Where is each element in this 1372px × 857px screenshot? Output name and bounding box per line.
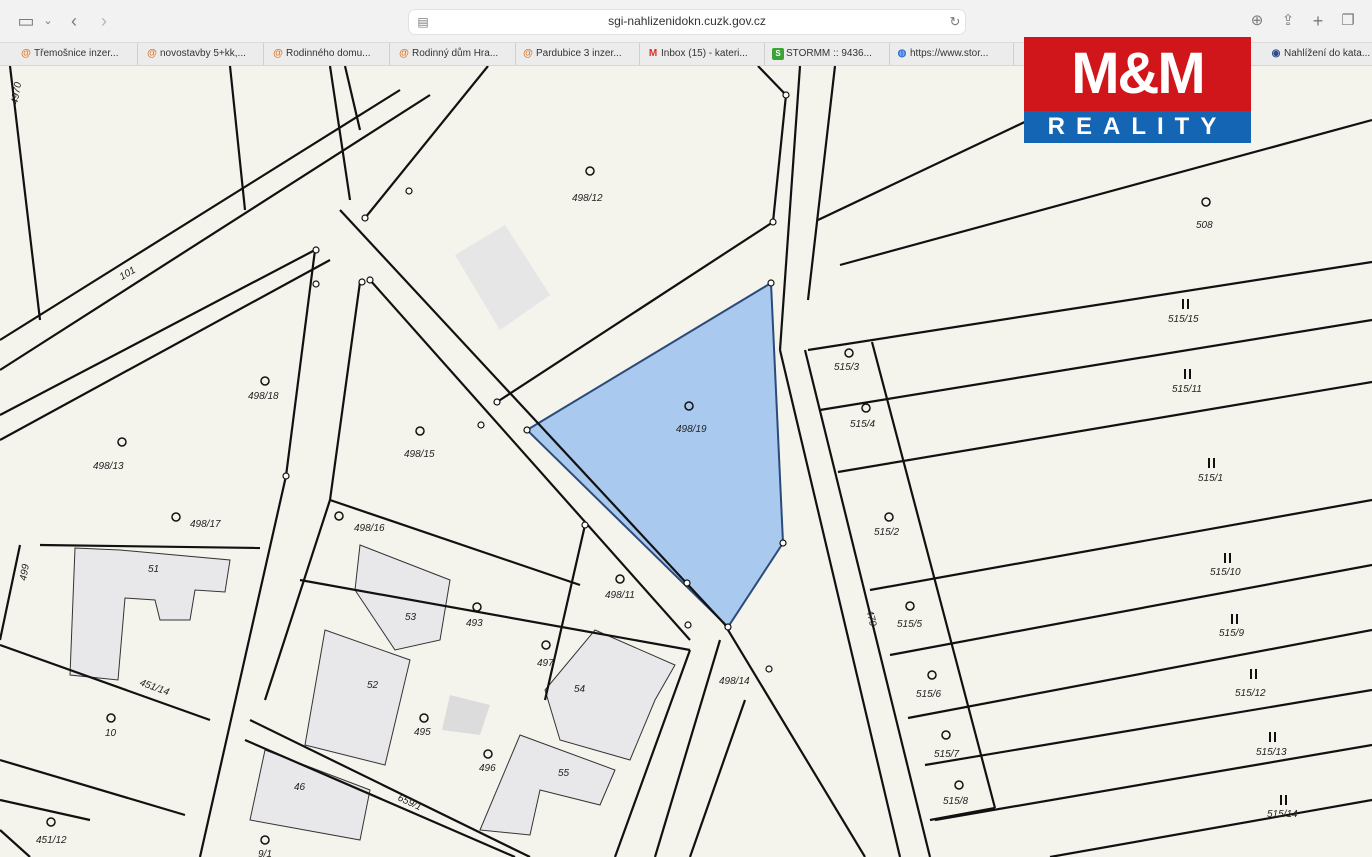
bookmark-label: Inbox (15) - kateri... bbox=[661, 48, 748, 59]
at-icon: @ bbox=[399, 48, 409, 59]
bookmark-item[interactable]: @ Rodinný dům Hra... bbox=[392, 43, 516, 65]
parcel-label: 451/12 bbox=[36, 835, 67, 846]
parcel-label: 498/12 bbox=[572, 193, 603, 204]
bookmark-label: Třemošnice inzer... bbox=[34, 48, 119, 59]
gmail-icon: M bbox=[648, 48, 658, 59]
parcel-label: 55 bbox=[558, 768, 570, 779]
parcel-label: 498/19 bbox=[676, 424, 707, 435]
bookmark-item[interactable]: S STORMM :: 9436... bbox=[766, 43, 890, 65]
bookmark-item[interactable]: @ Pardubice 3 inzer... bbox=[516, 43, 640, 65]
parcel-label: 515/10 bbox=[1210, 567, 1241, 578]
parcel-label: 515/13 bbox=[1256, 747, 1287, 758]
parcel-label: 515/7 bbox=[934, 749, 959, 760]
parcel-label: 493 bbox=[466, 618, 483, 629]
reload-icon[interactable]: ↻ bbox=[943, 10, 967, 34]
parcel-label: 54 bbox=[574, 684, 586, 695]
bookmark-label: Pardubice 3 inzer... bbox=[536, 48, 622, 59]
parcel-label: 498/13 bbox=[93, 461, 124, 472]
parcel-label: 515/2 bbox=[874, 527, 899, 538]
parcel-label: 515/1 bbox=[1198, 473, 1223, 484]
at-icon: @ bbox=[273, 48, 283, 59]
cadastral-map[interactable]: 498/12 508 515/15 515/3 515/11 515/4 498… bbox=[0, 66, 1372, 857]
parcel-label: 515/5 bbox=[897, 619, 922, 630]
map-canvas: 498/12 508 515/15 515/3 515/11 515/4 498… bbox=[0, 66, 1372, 857]
parcel-label: 496 bbox=[479, 763, 496, 774]
bookmark-item[interactable]: ◉ Nahlížení do kata... bbox=[1264, 43, 1372, 65]
bookmark-item[interactable]: @ novostavby 5+kk,... bbox=[140, 43, 264, 65]
bookmark-item[interactable]: @ Třemošnice inzer... bbox=[14, 43, 138, 65]
bookmark-item[interactable]: M Inbox (15) - kateri... bbox=[641, 43, 765, 65]
parcel-label: 52 bbox=[367, 680, 379, 691]
parcel-label: 515/6 bbox=[916, 689, 941, 700]
parcel-label: 46 bbox=[294, 782, 306, 793]
parcel-label: 515/4 bbox=[850, 419, 875, 430]
bookmark-label: Rodinného domu... bbox=[286, 48, 371, 59]
downloads-icon[interactable]: ⊕ bbox=[1245, 9, 1269, 33]
bookmark-label: https://www.stor... bbox=[910, 48, 989, 59]
address-bar[interactable]: ▤ sgi-nahlizenidokn.cuzk.gov.cz ↻ bbox=[408, 9, 966, 35]
parcel-label: 498/16 bbox=[354, 523, 385, 534]
parcel-label: 498/14 bbox=[719, 676, 750, 687]
parcel-label: 498/17 bbox=[190, 519, 221, 530]
parcel-label: 498/11 bbox=[605, 590, 635, 601]
mm-reality-logo: M&M REALITY bbox=[1024, 37, 1251, 143]
bookmark-label: Rodinný dům Hra... bbox=[412, 48, 499, 59]
parcel-label: 9/1 bbox=[258, 849, 272, 857]
parcel-label: 497 bbox=[537, 658, 554, 669]
parcel-label: 515/8 bbox=[943, 796, 968, 807]
tab-overview-icon[interactable]: ❐ bbox=[1336, 9, 1360, 33]
chevron-down-icon[interactable]: ⌄ bbox=[36, 9, 60, 33]
share-icon[interactable]: ⇪ bbox=[1276, 9, 1300, 33]
parcel-label: 515/11 bbox=[1172, 384, 1202, 395]
globe-icon: ◍ bbox=[897, 48, 907, 59]
at-icon: @ bbox=[147, 48, 157, 59]
cuzk-icon: ◉ bbox=[1271, 48, 1281, 59]
parcel-label: 10 bbox=[105, 728, 117, 739]
stormm-icon: S bbox=[772, 48, 784, 60]
parcel-label: 498/15 bbox=[404, 449, 435, 460]
bookmark-label: Nahlížení do kata... bbox=[1284, 48, 1371, 59]
parcel-label: 508 bbox=[1196, 220, 1213, 231]
at-icon: @ bbox=[21, 48, 31, 59]
parcel-label: 515/15 bbox=[1168, 314, 1199, 325]
parcel-label: 515/12 bbox=[1235, 688, 1266, 699]
parcel-label: 515/14 bbox=[1267, 809, 1298, 820]
forward-icon[interactable]: › bbox=[92, 9, 116, 33]
parcel-label: 515/9 bbox=[1219, 628, 1244, 639]
back-icon[interactable]: ‹ bbox=[62, 9, 86, 33]
bookmark-label: novostavby 5+kk,... bbox=[160, 48, 246, 59]
sidebar-icon[interactable]: ▭ bbox=[14, 9, 38, 33]
parcel-label: 495 bbox=[414, 727, 431, 738]
url-text: sgi-nahlizenidokn.cuzk.gov.cz bbox=[608, 14, 766, 28]
parcel-label: 51 bbox=[148, 564, 159, 575]
parcel-label: 515/3 bbox=[834, 362, 859, 373]
logo-wordmark: REALITY bbox=[1024, 111, 1251, 143]
bookmark-item[interactable]: @ Rodinného domu... bbox=[266, 43, 390, 65]
bookmark-label: STORMM :: 9436... bbox=[786, 48, 872, 59]
parcel-label: 498/18 bbox=[248, 391, 279, 402]
parcel-label: 53 bbox=[405, 612, 417, 623]
bookmark-item[interactable]: ◍ https://www.stor... bbox=[890, 43, 1014, 65]
new-tab-icon[interactable]: + bbox=[1306, 9, 1330, 33]
at-icon: @ bbox=[523, 48, 533, 59]
logo-mark: M&M bbox=[1024, 37, 1251, 111]
